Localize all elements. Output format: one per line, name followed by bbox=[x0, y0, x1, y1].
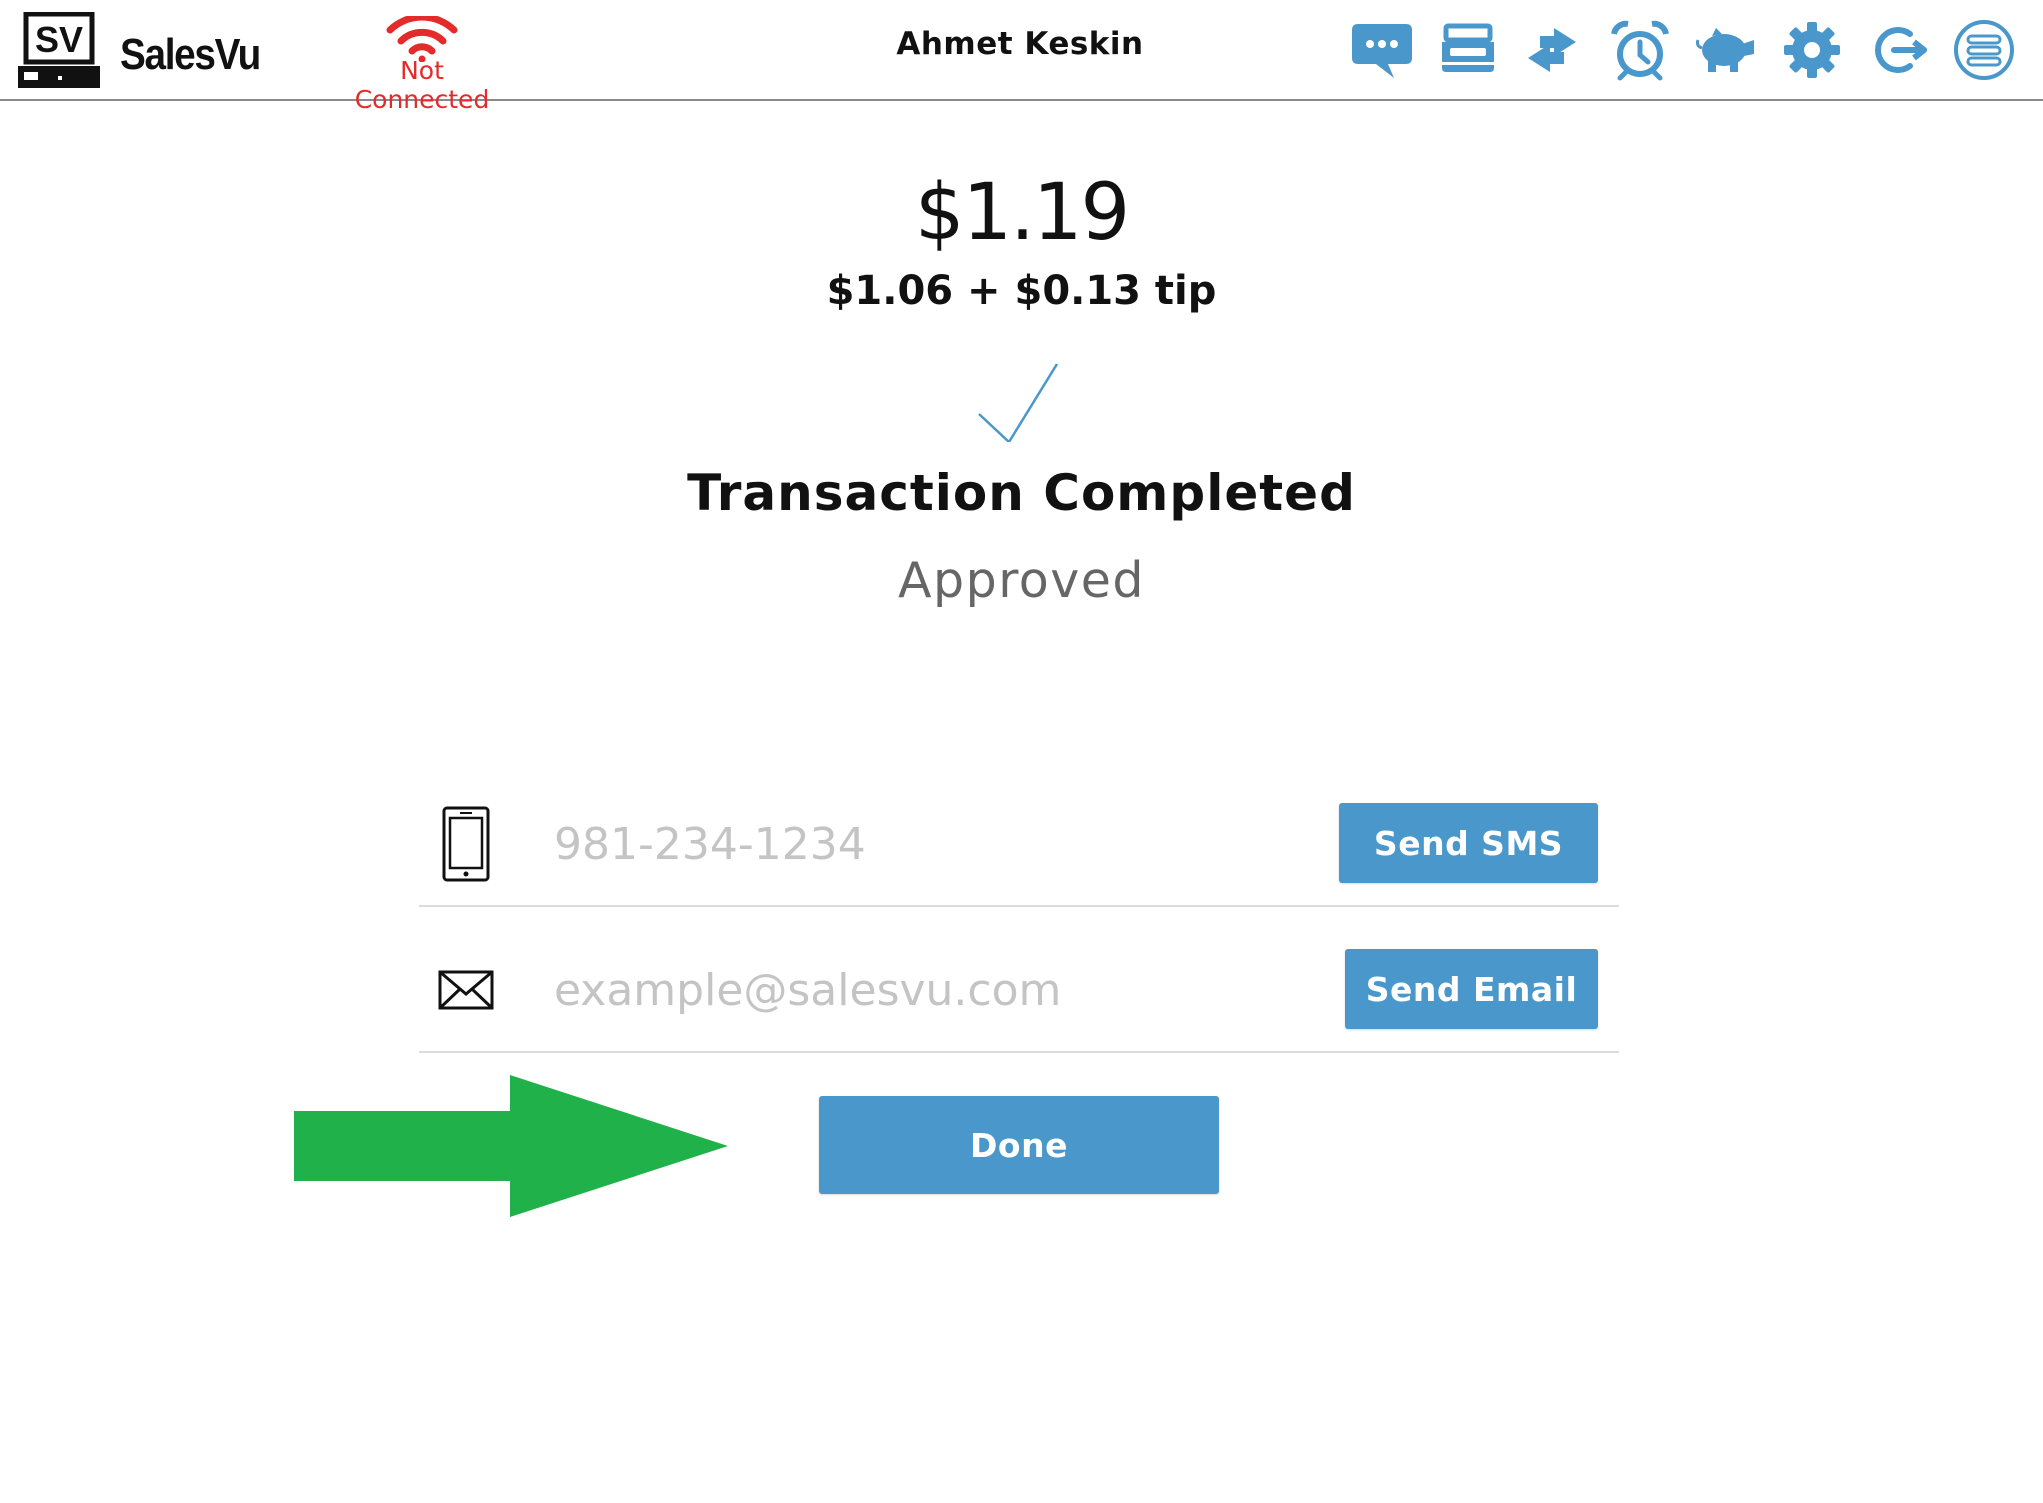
phone-number-input[interactable] bbox=[554, 812, 1314, 876]
email-row-divider bbox=[419, 1051, 1619, 1053]
send-email-button[interactable]: Send Email bbox=[1345, 949, 1598, 1029]
settings-gear-icon[interactable] bbox=[1780, 18, 1844, 82]
sms-row-divider bbox=[419, 905, 1619, 907]
chat-icon[interactable] bbox=[1350, 18, 1414, 82]
amount-breakdown: $1.06 + $0.13 tip bbox=[826, 268, 1217, 314]
envelope-icon bbox=[438, 970, 494, 1014]
top-bar: SV SalesVu Not Connected Ahmet Keskin bbox=[0, 0, 2043, 114]
send-sms-button[interactable]: Send SMS bbox=[1339, 803, 1598, 883]
green-arrow-annotation bbox=[294, 1075, 730, 1217]
email-address-input[interactable] bbox=[554, 958, 1314, 1022]
cash-drawer-icon[interactable] bbox=[1436, 18, 1500, 82]
piggy-bank-icon[interactable] bbox=[1694, 18, 1758, 82]
approval-result: Approved bbox=[897, 552, 1146, 609]
phone-icon bbox=[442, 806, 490, 886]
header-toolbar bbox=[0, 0, 2043, 99]
transaction-total: $1.19 bbox=[914, 168, 1130, 258]
alarm-clock-icon[interactable] bbox=[1608, 18, 1672, 82]
done-button[interactable]: Done bbox=[819, 1096, 1219, 1194]
checkmark-icon bbox=[976, 362, 1060, 444]
app-root: SV SalesVu Not Connected Ahmet Keskin $1… bbox=[0, 0, 2043, 1503]
logout-icon[interactable] bbox=[1866, 18, 1930, 82]
transfer-icon[interactable] bbox=[1520, 18, 1584, 82]
menu-list-icon[interactable] bbox=[1952, 18, 2016, 82]
transaction-status: Transaction Completed bbox=[687, 464, 1356, 522]
